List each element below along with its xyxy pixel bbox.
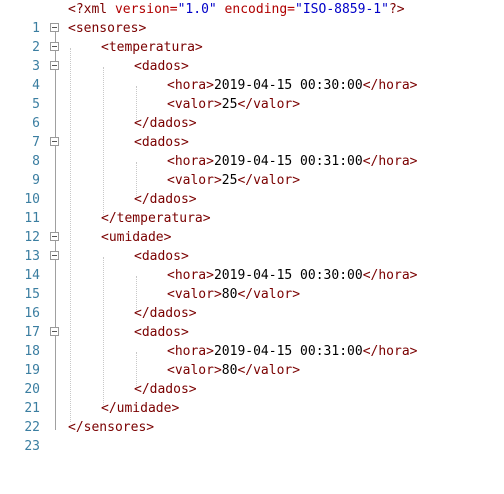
xml-text: 80 — [221, 287, 238, 302]
xml-text: 25 — [221, 173, 238, 188]
code-text: <dados> — [68, 133, 189, 152]
xml-tag: </sensores> — [68, 420, 155, 435]
code-text: <valor>80</valor> — [68, 285, 300, 304]
code-line[interactable]: 12 </temperatura> — [0, 209, 504, 245]
xml-tag: </umidade> — [101, 401, 180, 416]
xml-declaration-close: ?> — [388, 2, 405, 17]
code-line[interactable]: 5 <hora>2019-04-15 00:30:00</hora> — [0, 76, 504, 112]
xml-tag: </dados> — [134, 382, 197, 397]
xml-tag: <dados> — [134, 59, 189, 74]
code-line[interactable]: 3 <temperatura> — [0, 38, 504, 74]
code-line[interactable]: 8 <dados> — [0, 133, 504, 169]
xml-tag: <valor> — [167, 97, 222, 112]
code-line[interactable]: 14 <dados> — [0, 247, 504, 283]
code-line[interactable]: 9 <hora>2019-04-15 00:31:00</hora> — [0, 152, 504, 188]
code-line[interactable]: 11 </dados> — [0, 190, 504, 226]
xml-tag: <hora> — [167, 268, 214, 283]
fold-minus-icon[interactable] — [50, 23, 59, 32]
code-text: </dados> — [68, 190, 197, 209]
code-line[interactable]: 21 </dados> — [0, 380, 504, 416]
code-line[interactable]: 16 <valor>80</valor> — [0, 285, 504, 321]
xml-tag: <dados> — [134, 135, 189, 150]
xml-text: 2019-04-15 00:30:00 — [213, 78, 363, 93]
xml-tag: <dados> — [134, 325, 189, 340]
xml-tag: </dados> — [134, 192, 197, 207]
code-editor[interactable]: 1 <?xml version="1.0" encoding="ISO-8859… — [0, 0, 504, 454]
xml-tag: </valor> — [237, 287, 301, 302]
xml-tag: <valor> — [167, 287, 222, 302]
xml-tag: </temperatura> — [101, 211, 211, 226]
xml-declaration-open: <?xml — [68, 2, 115, 17]
code-text: </dados> — [68, 114, 197, 133]
xml-tag: <umidade> — [101, 230, 172, 245]
xml-attr-name: encoding= — [216, 2, 296, 17]
xml-tag: </hora> — [362, 268, 418, 283]
code-line[interactable]: 10 <valor>25</valor> — [0, 171, 504, 207]
code-line[interactable]: 18 <dados> — [0, 323, 504, 359]
xml-tag: <valor> — [167, 173, 222, 188]
xml-tag: <hora> — [167, 78, 214, 93]
code-text: <temperatura> — [68, 38, 203, 57]
code-line[interactable]: 20 <valor>80</valor> — [0, 361, 504, 397]
code-text: </dados> — [68, 380, 197, 399]
code-text: </umidade> — [68, 399, 179, 418]
code-line[interactable]: 7 </dados> — [0, 114, 504, 150]
xml-tag: </hora> — [362, 344, 418, 359]
code-line[interactable]: 2 <sensores> — [0, 19, 504, 55]
xml-tag: </hora> — [362, 154, 418, 169]
code-line[interactable]: 19 <hora>2019-04-15 00:31:00</hora> — [0, 342, 504, 378]
fold-minus-icon[interactable] — [50, 251, 59, 260]
code-text: <valor>25</valor> — [68, 171, 300, 190]
xml-text: 80 — [221, 363, 238, 378]
code-text: <dados> — [68, 323, 189, 342]
code-line[interactable]: 6 <valor>25</valor> — [0, 95, 504, 131]
fold-minus-icon[interactable] — [50, 327, 59, 336]
code-text: <valor>80</valor> — [68, 361, 300, 380]
fold-minus-icon[interactable] — [50, 137, 59, 146]
xml-tag: <hora> — [167, 344, 214, 359]
code-text: <hora>2019-04-15 00:30:00</hora> — [68, 266, 417, 285]
code-line[interactable]: 22 </umidade> — [0, 399, 504, 435]
code-text: </temperatura> — [68, 209, 211, 228]
code-line[interactable]: 23 </sensores> — [0, 418, 504, 454]
line-number: 23 — [24, 439, 40, 454]
xml-tag: <sensores> — [68, 21, 147, 36]
code-text: <valor>25</valor> — [68, 95, 300, 114]
code-text: <sensores> — [68, 19, 146, 38]
xml-text: 2019-04-15 00:31:00 — [213, 344, 363, 359]
code-text: <?xml version="1.0" encoding="ISO-8859-1… — [68, 0, 405, 19]
fold-minus-icon[interactable] — [50, 232, 59, 241]
code-text: <dados> — [68, 247, 189, 266]
xml-tag: <hora> — [167, 154, 214, 169]
code-line[interactable]: 13 <umidade> — [0, 228, 504, 264]
code-text: <dados> — [68, 57, 189, 76]
code-line[interactable]: 15 <hora>2019-04-15 00:30:00</hora> — [0, 266, 504, 302]
code-text: <hora>2019-04-15 00:31:00</hora> — [68, 152, 417, 171]
code-text: <umidade> — [68, 228, 171, 247]
xml-text: 25 — [221, 97, 238, 112]
xml-tag: <temperatura> — [101, 40, 203, 55]
code-line[interactable]: 1 <?xml version="1.0" encoding="ISO-8859… — [0, 0, 504, 36]
code-text: </dados> — [68, 304, 197, 323]
xml-tag: <valor> — [167, 363, 222, 378]
xml-tag: </valor> — [237, 173, 301, 188]
code-line[interactable]: 4 <dados> — [0, 57, 504, 93]
xml-attr-name: version= — [114, 2, 178, 17]
xml-text: 2019-04-15 00:30:00 — [213, 268, 363, 283]
xml-tag: </dados> — [134, 116, 197, 131]
xml-tag: </hora> — [362, 78, 418, 93]
xml-attr-value: "ISO-8859-1" — [295, 2, 389, 17]
xml-tag: </dados> — [134, 306, 197, 321]
xml-tag: </valor> — [237, 97, 301, 112]
code-text: <hora>2019-04-15 00:30:00</hora> — [68, 76, 417, 95]
fold-minus-icon[interactable] — [50, 42, 59, 51]
xml-tag: </valor> — [237, 363, 301, 378]
code-line[interactable]: 17 </dados> — [0, 304, 504, 340]
code-text: </sensores> — [68, 418, 154, 437]
fold-minus-icon[interactable] — [50, 61, 59, 70]
xml-tag: <dados> — [134, 249, 189, 264]
xml-attr-value: "1.0" — [177, 2, 217, 17]
code-text: <hora>2019-04-15 00:31:00</hora> — [68, 342, 417, 361]
xml-text: 2019-04-15 00:31:00 — [213, 154, 363, 169]
